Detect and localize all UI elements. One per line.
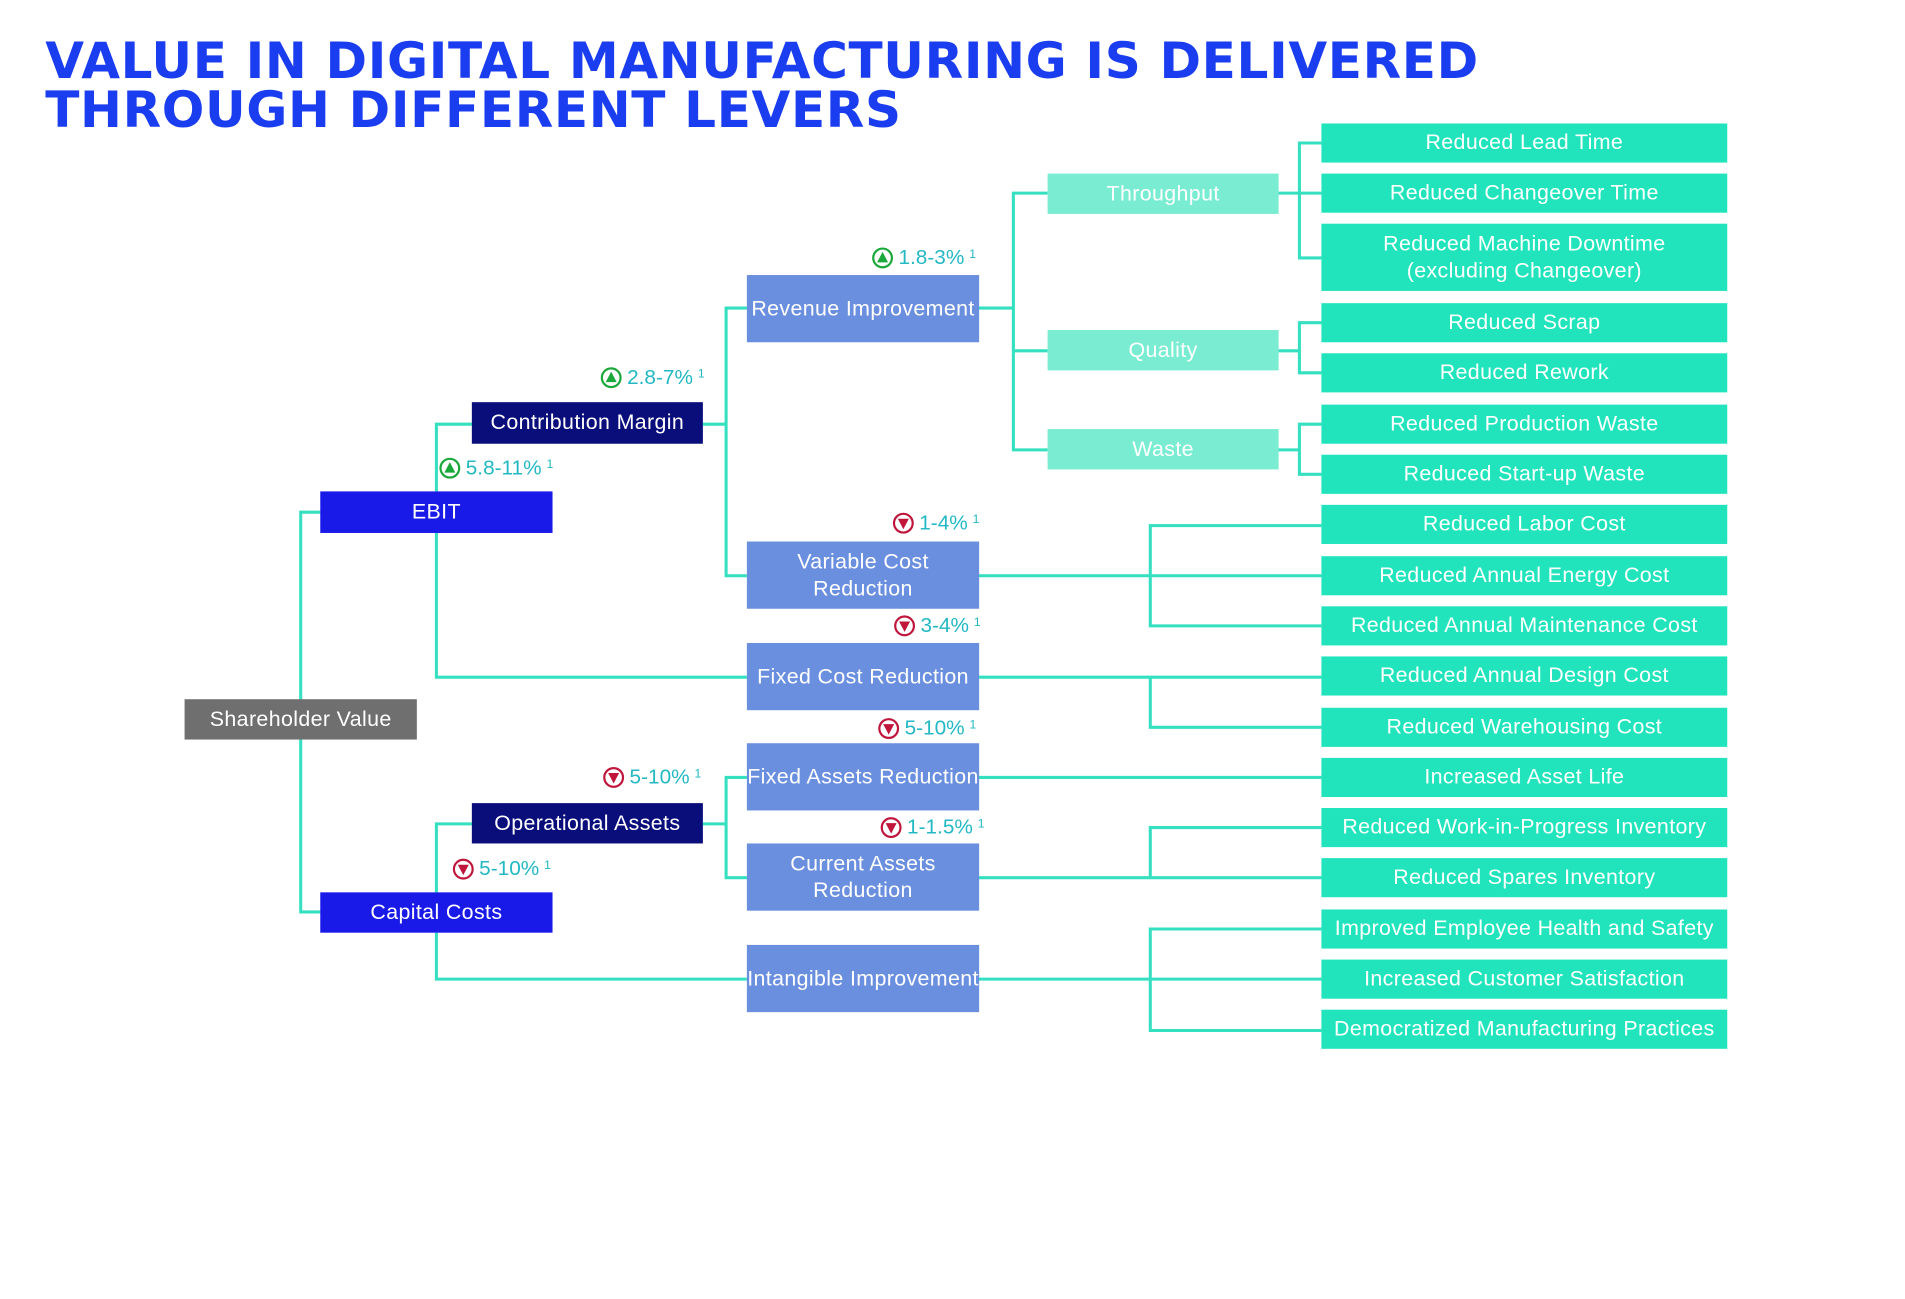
node-intangible-improvement: Intangible Improvement	[746, 944, 980, 1013]
leaf-reduced-lead-time: Reduced Lead Time	[1321, 123, 1728, 163]
footnote-marker: 1	[977, 817, 985, 831]
leaf-reduced-spares-inventory: Reduced Spares Inventory	[1321, 858, 1728, 898]
leaf-reduced-changeover-time: Reduced Changeover Time	[1321, 173, 1728, 213]
up-arrow-icon	[600, 367, 622, 389]
up-arrow-icon	[439, 457, 461, 479]
leaf-reduced-annual-maintenance-cost: Reduced Annual Maintenance Cost	[1321, 606, 1728, 646]
pct-fixed-assets-reduction: 5-10% 1	[878, 716, 977, 740]
node-variable-cost-reduction: Variable Cost Reduction	[746, 541, 980, 609]
leaf-reduced-annual-energy-cost: Reduced Annual Energy Cost	[1321, 556, 1728, 596]
pct-fixed-cost-reduction: 3-4% 1	[894, 614, 981, 638]
pct-ebit: 5.8-11% 1	[439, 456, 553, 480]
pct-value: 1-1.5%	[907, 815, 973, 839]
footnote-marker: 1	[972, 512, 980, 527]
pct-contribution-margin: 2.8-7% 1	[600, 365, 705, 389]
node-current-assets-reduction: Current Assets Reduction	[746, 843, 980, 911]
pct-value: 3-4%	[920, 613, 969, 637]
node-contribution-margin: Contribution Margin	[471, 402, 703, 444]
leaf-reduced-warehousing-cost: Reduced Warehousing Cost	[1321, 707, 1728, 747]
node-quality: Quality	[1047, 330, 1279, 371]
leaf-reduced-labor-cost: Reduced Labor Cost	[1321, 504, 1728, 544]
pct-value: 5-10%	[629, 765, 690, 789]
footnote-marker: 1	[969, 247, 977, 261]
node-ebit: EBIT	[320, 491, 553, 533]
footnote-marker: 1	[694, 767, 702, 781]
leaf-increased-asset-life: Increased Asset Life	[1321, 757, 1728, 798]
down-arrow-icon	[894, 615, 916, 637]
node-revenue-improvement: Revenue Improvement	[746, 275, 980, 343]
footnote-marker: 1	[544, 858, 551, 873]
node-shareholder-value: Shareholder Value	[184, 699, 417, 740]
pct-current-assets-reduction: 1-1.5% 1	[880, 815, 985, 839]
leaf-reduced-machine-downtime: Reduced Machine Downtime (excluding Chan…	[1321, 223, 1728, 291]
pct-revenue-improvement: 1.8-3% 1	[872, 246, 976, 270]
pct-value: 5.8-11%	[465, 455, 542, 480]
down-arrow-icon	[603, 766, 625, 788]
node-fixed-cost-reduction: Fixed Cost Reduction	[746, 642, 980, 711]
leaf-reduced-production-waste: Reduced Production Waste	[1321, 404, 1728, 444]
leaf-reduced-scrap: Reduced Scrap	[1321, 303, 1728, 343]
pct-variable-cost-reduction: 1-4% 1	[892, 511, 979, 535]
down-arrow-icon	[892, 512, 914, 534]
footnote-marker: 1	[969, 718, 977, 732]
footnote-marker: 1	[697, 367, 705, 381]
node-fixed-assets-reduction: Fixed Assets Reduction	[746, 743, 980, 811]
down-arrow-icon	[878, 718, 900, 740]
leaf-reduced-rework: Reduced Rework	[1321, 353, 1728, 393]
pct-value: 1.8-3%	[898, 245, 965, 269]
up-arrow-icon	[872, 247, 894, 269]
pct-value: 5-10%	[904, 716, 965, 740]
leaf-reduced-annual-design-cost: Reduced Annual Design Cost	[1321, 656, 1728, 696]
pct-value: 2.8-7%	[627, 365, 693, 389]
leaf-increased-customer-satisfaction: Increased Customer Satisfaction	[1321, 959, 1728, 999]
leaf-democratized-manufacturing-practices: Democratized Manufacturing Practices	[1321, 1009, 1728, 1049]
footnote-marker: 1	[546, 457, 554, 472]
value-driver-tree: VALUE IN DIGITAL MANUFACTURING IS DELIVE…	[0, 0, 1905, 1299]
node-waste: Waste	[1047, 429, 1279, 470]
down-arrow-icon	[452, 858, 474, 880]
leaf-reduced-wip-inventory: Reduced Work-in-Progress Inventory	[1321, 808, 1728, 848]
leaf-reduced-startup-waste: Reduced Start-up Waste	[1321, 454, 1728, 494]
node-throughput: Throughput	[1047, 173, 1279, 214]
pct-capital-costs: 5-10% 1	[452, 857, 551, 881]
pct-value: 1-4%	[919, 510, 968, 535]
node-capital-costs: Capital Costs	[320, 892, 553, 933]
node-operational-assets: Operational Assets	[471, 803, 703, 844]
pct-value: 5-10%	[479, 856, 540, 881]
down-arrow-icon	[880, 817, 902, 839]
footnote-marker: 1	[973, 615, 981, 629]
leaf-improved-employee-health-safety: Improved Employee Health and Safety	[1321, 909, 1728, 949]
pct-operational-assets: 5-10% 1	[603, 765, 702, 789]
